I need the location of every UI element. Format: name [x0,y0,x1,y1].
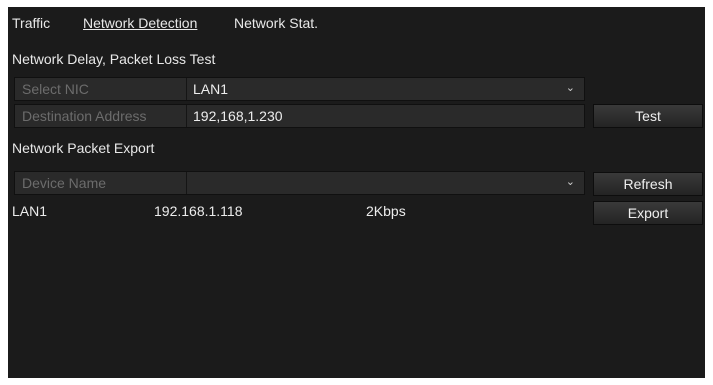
select-nic-value: LAN1 [193,81,229,97]
test-button[interactable]: Test [593,104,703,128]
device-name-label: Device Name [22,175,107,191]
packet-export-title: Network Packet Export [12,140,155,156]
interface-rate: 2Kbps [366,203,406,219]
tab-network-stat[interactable]: Network Stat. [234,15,318,31]
destination-address-label: Destination Address [22,108,147,124]
device-name-field[interactable]: Device Name ⌄ [14,171,585,195]
tab-network-detection[interactable]: Network Detection [83,15,197,31]
tab-bar: Traffic Network Detection Network Stat. [8,7,705,37]
network-detection-panel: Traffic Network Detection Network Stat. … [8,7,705,378]
delay-test-title: Network Delay, Packet Loss Test [12,51,216,67]
select-nic-field[interactable]: Select NIC LAN1 ⌄ [14,77,585,101]
chevron-down-icon[interactable]: ⌄ [566,81,575,94]
chevron-down-icon[interactable]: ⌄ [566,175,575,188]
interface-ip: 192.168.1.118 [154,203,243,219]
refresh-button[interactable]: Refresh [593,172,703,196]
tab-traffic[interactable]: Traffic [12,15,50,31]
interface-name: LAN1 [12,203,48,219]
destination-address-value[interactable]: 192,168,1.230 [193,108,283,124]
select-nic-label: Select NIC [22,81,89,97]
field-divider [186,105,187,127]
export-button[interactable]: Export [593,201,703,225]
field-divider [186,172,187,194]
destination-address-field[interactable]: Destination Address 192,168,1.230 [14,104,585,128]
field-divider [186,78,187,100]
